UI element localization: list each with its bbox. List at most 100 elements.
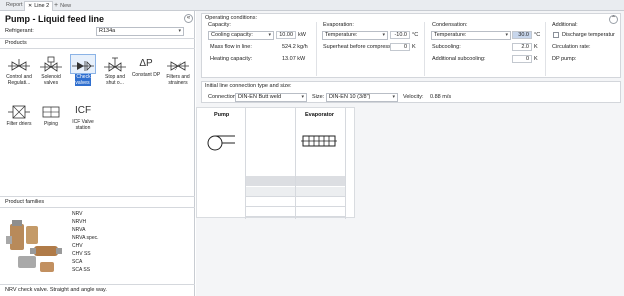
capacity-input[interactable]: 10.00 — [276, 31, 296, 39]
condensation-temperature-input[interactable]: 30.0 — [512, 31, 532, 39]
connection-label: Connection: — [208, 94, 238, 100]
product-filter-driers[interactable]: Filter driers — [4, 102, 34, 128]
divider — [0, 284, 195, 285]
tab-bar: Report ✕ Line 2 + New — [0, 0, 624, 11]
divider — [0, 207, 195, 208]
additional-header: Additional: — [552, 22, 578, 28]
condensation-header: Condensation: — [432, 22, 468, 28]
refrigerant-select[interactable]: R134a ▾ — [96, 27, 184, 36]
evaporation-header: Evaporation: — [323, 22, 354, 28]
family-nrvh[interactable]: NRVH — [72, 219, 86, 225]
subcooling-label: Subcooling: — [432, 44, 461, 50]
plus-icon: + — [54, 2, 59, 9]
mass-flow-label: Mass flow in line: — [210, 44, 252, 50]
subcooling-input[interactable]: 2.0 — [512, 43, 532, 51]
condensation-mode-select[interactable]: Temperature: ▾ — [431, 31, 511, 40]
divider — [316, 22, 317, 76]
family-nrva-spec[interactable]: NRVA spec. — [72, 235, 99, 241]
tab-report[interactable]: Report — [3, 1, 26, 11]
product-solenoid-valves[interactable]: Solenoid valves — [36, 55, 66, 86]
product-constant-dp[interactable]: ΔP Constant DP — [131, 55, 161, 79]
additional-subcooling-input[interactable]: 0 — [512, 55, 532, 63]
stop-valve-icon — [104, 57, 126, 72]
additional-subcooling-unit: K — [534, 56, 538, 62]
family-nrv[interactable]: NRV — [72, 211, 82, 217]
chevron-down-icon: ▾ — [392, 94, 395, 100]
evaporator-icon[interactable] — [301, 134, 337, 148]
capacity-mode-select[interactable]: Cooling capacity: ▾ — [208, 31, 274, 40]
check-valve-product-image — [6, 220, 62, 272]
connection-type-select[interactable]: DIN-EN Butt weld ▾ — [235, 93, 307, 102]
status-text: NRV check valve. Straight and angle way. — [5, 287, 107, 293]
collapse-panel-button[interactable]: « — [184, 14, 193, 23]
tab-line-2[interactable]: ✕ Line 2 — [24, 1, 54, 11]
table-row — [246, 187, 295, 196]
product-filters-strainers[interactable]: Filters and strainers — [163, 55, 193, 86]
superheat-input[interactable]: 0 — [390, 43, 410, 51]
additional-subcooling-label: Additional subcooling: — [432, 56, 486, 62]
family-chv[interactable]: CHV — [72, 243, 83, 249]
divider — [424, 22, 425, 76]
superheat-unit: K — [412, 44, 416, 50]
line-diagram: Pump Evaporator — [196, 107, 355, 219]
product-control-regulating[interactable]: Control and Regulati... — [4, 55, 34, 86]
delta-p-icon: ΔP — [139, 58, 153, 69]
heating-capacity-label: Heating capacity: — [210, 56, 253, 62]
icf-icon: ICF — [74, 105, 92, 116]
capacity-unit: kW — [298, 32, 306, 38]
table-row — [296, 187, 345, 196]
evaporator-column-header: Evaporator — [305, 112, 335, 118]
size-select[interactable]: DIN-EN 10 (3/8") ▾ — [326, 93, 398, 102]
refrigerant-label: Refrigerant: — [5, 28, 34, 34]
discharge-temperature-label: Discharge temperatur — [562, 32, 615, 38]
chevron-down-icon: ▾ — [505, 32, 508, 38]
chevron-down-icon: ▾ — [382, 32, 385, 38]
evaporation-temperature-input[interactable]: -10.0 — [390, 31, 410, 39]
chevron-down-icon: ▾ — [268, 32, 271, 38]
filter-drier-icon — [8, 105, 30, 119]
grid-divider — [246, 206, 345, 207]
subcooling-unit: K — [534, 44, 538, 50]
tab-new[interactable]: + New — [51, 1, 74, 11]
family-nrva[interactable]: NRVA — [72, 227, 85, 233]
discharge-temperature-checkbox[interactable] — [553, 32, 559, 38]
table-row — [246, 176, 295, 186]
operating-conditions-title: Operating conditions: — [205, 15, 257, 21]
close-icon[interactable]: ✕ — [28, 3, 32, 9]
product-stop-shut-off[interactable]: Stop and shut o... — [100, 55, 130, 86]
family-sca[interactable]: SCA — [72, 259, 82, 265]
family-sca-ss[interactable]: SCA SS — [72, 267, 90, 273]
left-panel: Pump - Liquid feed line « Refrigerant: R… — [0, 11, 195, 296]
mass-flow-value: 524.2 kg/h — [282, 44, 308, 50]
capacity-header: Capacity: — [208, 22, 231, 28]
product-icf-valve-station[interactable]: ICF ICF Valve station — [68, 102, 98, 131]
product-check-valves[interactable]: Check valves — [68, 54, 98, 86]
dp-pump-label: DP pump: — [552, 56, 577, 62]
chevron-down-icon: ▾ — [178, 28, 181, 34]
grid-divider — [246, 196, 345, 197]
collapse-operating-button[interactable]: ⌃ — [609, 15, 618, 24]
grid-divider — [295, 108, 296, 219]
operating-conditions-box: Operating conditions: ⌃ Capacity: Coolin… — [201, 13, 621, 78]
heating-capacity-value: 13.07 kW — [282, 56, 306, 62]
pump-icon[interactable] — [205, 132, 239, 154]
family-chv-ss[interactable]: CHV SS — [72, 251, 91, 257]
strainer-icon — [167, 61, 189, 71]
evaporation-unit: °C — [412, 32, 419, 38]
superheat-label: Superheat before compressor: — [323, 44, 398, 50]
size-label: Size: — [312, 94, 325, 100]
grid-divider — [246, 216, 345, 217]
grid-divider — [345, 108, 346, 219]
page-title: Pump - Liquid feed line — [5, 14, 104, 24]
pump-column-header: Pump — [214, 112, 230, 118]
evaporation-mode-select[interactable]: Temperature: ▾ — [322, 31, 388, 40]
product-piping[interactable]: Piping — [36, 102, 66, 128]
check-valve-icon — [70, 54, 96, 74]
piping-icon — [42, 106, 60, 118]
products-label: Products — [5, 40, 27, 46]
connection-box: Initial line connection type and size: C… — [201, 81, 621, 103]
solenoid-valve-icon — [40, 56, 62, 72]
velocity-label: Velocity: — [403, 94, 424, 100]
velocity-value: 0.88 m/s — [430, 94, 452, 100]
divider — [0, 48, 195, 49]
